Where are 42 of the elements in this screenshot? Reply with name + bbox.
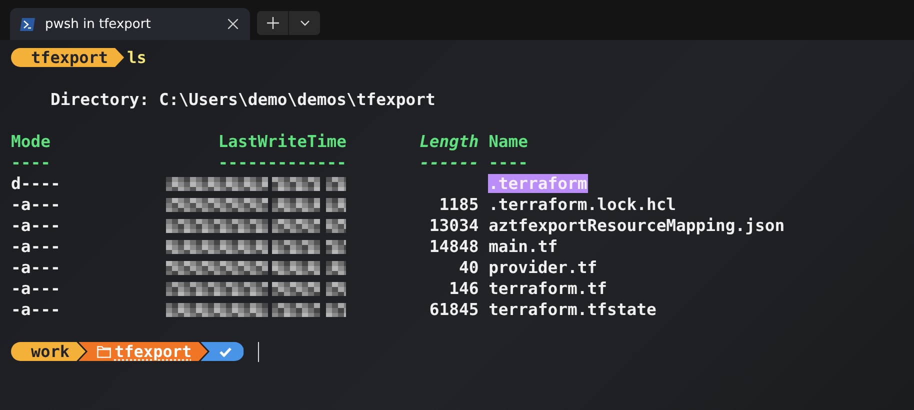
prompt-segment: work [11, 342, 86, 361]
mode-cell-text: -a--- [11, 195, 62, 214]
header-rule: ------------- [218, 153, 346, 172]
directory-name: .terraform [488, 174, 588, 193]
length-cell: 1185 [439, 195, 479, 214]
terminal-icon [20, 18, 35, 30]
column-header: LastWriteTime [218, 132, 346, 151]
mode-cell-text: -a--- [11, 258, 62, 277]
plus-icon [266, 17, 278, 29]
terminal-tab[interactable]: pwsh in tfexport [10, 8, 250, 40]
file-name: provider.tf [488, 258, 598, 277]
mode-cell-text: -a--- [11, 237, 62, 256]
tab-title: pwsh in tfexport [45, 16, 152, 32]
directory-path: Directory: C:\Users\demo\demos\tfexport [49, 89, 436, 110]
length-cell: 14848 [429, 237, 479, 256]
folder-segment: tfexport [78, 342, 208, 361]
folder-icon [96, 346, 111, 358]
header-rule: ---- [488, 153, 528, 172]
file-name: .terraform.lock.hcl [488, 195, 676, 214]
length-cell: 40 [458, 258, 479, 277]
prompt-segment: tfexport [11, 48, 124, 67]
mode-cell-text: -a--- [11, 300, 62, 319]
file-name: main.tf [488, 237, 558, 256]
checkmark-icon [218, 346, 232, 356]
length-cell: 61845 [429, 300, 479, 319]
column-header: Mode [11, 132, 52, 151]
command-text: ls [127, 48, 146, 67]
text-cursor [258, 342, 259, 362]
close-icon[interactable] [228, 19, 238, 29]
header-rule: ------ [419, 153, 479, 172]
file-name: terraform.tfstate [488, 300, 656, 319]
file-name: terraform.tf [488, 279, 607, 298]
column-header: Name [488, 132, 528, 151]
file-name: aztfexportResourceMapping.json [488, 216, 785, 235]
header-rule: ---- [11, 153, 52, 172]
length-cell: 146 [449, 279, 479, 298]
column-header: Length [419, 132, 479, 151]
length-cell: 13034 [429, 216, 479, 235]
mode-cell-text: -a--- [11, 279, 62, 298]
chevron-down-icon [300, 20, 310, 26]
mode-cell-text: -a--- [11, 216, 62, 235]
mode-cell-text: d---- [11, 174, 62, 193]
